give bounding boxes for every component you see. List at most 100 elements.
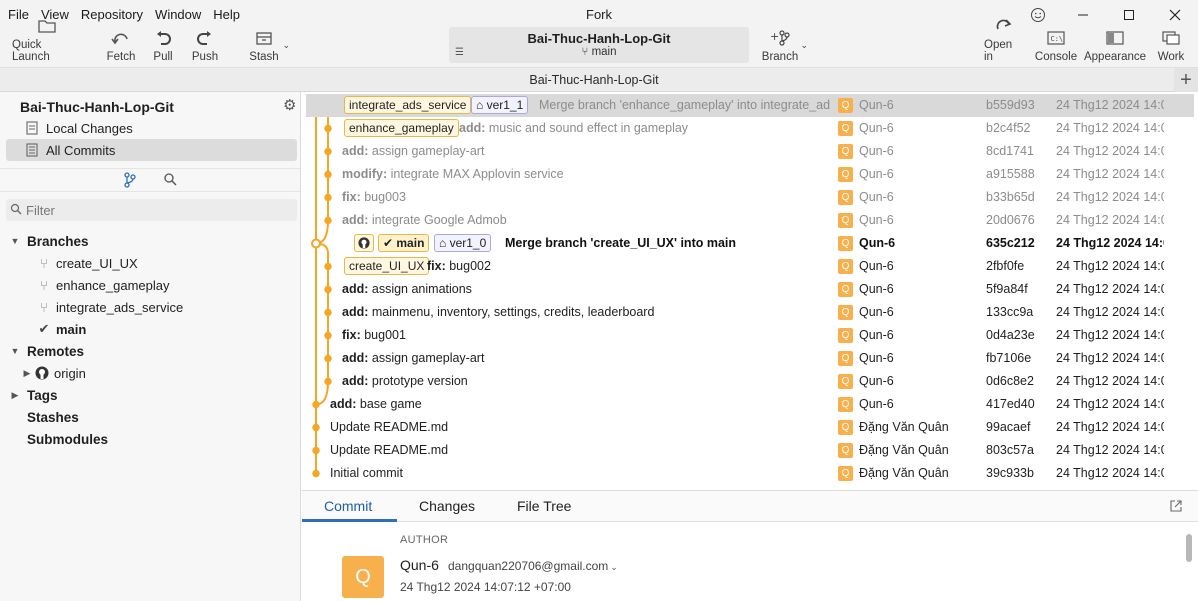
minimize-button[interactable] bbox=[1060, 0, 1106, 30]
commit-row[interactable]: enhance_gameplay add: music and sound eff… bbox=[302, 117, 1198, 140]
branch-tree-icon[interactable] bbox=[123, 172, 137, 191]
commit-row[interactable]: modify: integrate MAX Applovin service Q Q… bbox=[302, 163, 1198, 186]
sidebar-item-enhance-gameplay[interactable]: ⑂ enhance_gameplay bbox=[0, 274, 300, 296]
scrollbar-thumb[interactable] bbox=[1186, 534, 1192, 562]
pull-button[interactable]: Pull bbox=[148, 30, 178, 66]
commit-row[interactable]: add: integrate Google Admob Q Qun-6 20d0676… bbox=[302, 209, 1198, 232]
sidebar-section-branches[interactable]: ▼ Branches bbox=[0, 230, 300, 252]
maximize-button[interactable] bbox=[1106, 0, 1152, 30]
avatar: Q bbox=[838, 213, 853, 228]
commit-author: Qun-6 bbox=[859, 259, 894, 273]
commit-type: add: bbox=[342, 305, 369, 319]
commit-type: add: bbox=[342, 144, 369, 158]
commit-date: 24 Thg12 2024 14:06 bbox=[1056, 351, 1164, 365]
commit-row[interactable]: integrate_ads_service ⌂ ver1_1 Merge branc… bbox=[306, 94, 1194, 117]
feedback-smiley-icon[interactable] bbox=[1028, 5, 1048, 25]
branch-badge[interactable]: integrate_ads_service bbox=[344, 96, 472, 114]
sidebar-section-tags[interactable]: ▶ Tags bbox=[0, 384, 300, 406]
tag-badge[interactable]: ⌂ ver1_0 bbox=[434, 234, 492, 252]
sidebar-item-local-changes[interactable]: Local Changes bbox=[0, 117, 300, 139]
chevron-down-icon[interactable]: ▼ bbox=[8, 236, 22, 246]
commit-detail: AUTHOR Q Qun-6 dangquan220706@gmail.com ⌄… bbox=[302, 522, 1198, 601]
chevron-down-icon[interactable]: ⌄ bbox=[800, 40, 808, 51]
chevron-down-icon[interactable]: ▼ bbox=[8, 346, 22, 356]
filter-input[interactable]: Filter bbox=[6, 199, 297, 221]
work-icon bbox=[1161, 30, 1181, 51]
sidebar-item-create-ui-ux[interactable]: ⑂ create_UI_UX bbox=[0, 252, 300, 274]
stash-button[interactable]: Stash ⌄ bbox=[248, 30, 290, 66]
quick-launch-button[interactable]: Quick Launch bbox=[12, 20, 82, 66]
console-button[interactable]: C:\ Console bbox=[1035, 30, 1077, 66]
commit-row[interactable]: add: assign gameplay-art Q Qun-6 8cd1741 24 … bbox=[302, 140, 1198, 163]
commit-date: 24 Thg12 2024 14:06 bbox=[1056, 259, 1164, 273]
commit-row[interactable]: Update README.md Q Đặng Văn Quân 99acaef 24 … bbox=[302, 416, 1198, 439]
sidebar-item-all-commits[interactable]: All Commits bbox=[0, 139, 300, 161]
avatar: Q bbox=[838, 167, 853, 182]
sidebar-section-remotes[interactable]: ▼ Remotes bbox=[0, 340, 300, 362]
menu-help[interactable]: Help bbox=[207, 0, 246, 30]
tab-file-tree[interactable]: File Tree bbox=[517, 491, 571, 522]
commit-row[interactable]: create_UI_UX fix: bug002 Q Qun-6 2fbf0fe 24 T… bbox=[302, 255, 1198, 278]
gear-icon[interactable]: ⚙ bbox=[283, 96, 296, 114]
commit-row[interactable]: fix: bug001 Q Qun-6 0d4a23e 24 Thg12 2024 14… bbox=[302, 324, 1198, 347]
sidebar-item-main[interactable]: ✔ main bbox=[0, 318, 300, 340]
push-label: Push bbox=[191, 51, 219, 63]
branch-button[interactable]: + Branch ⌄ bbox=[762, 30, 808, 66]
branch-badge[interactable]: ✔ main bbox=[378, 234, 430, 252]
commit-message: add: prototype version bbox=[342, 370, 830, 393]
repository-selector[interactable]: Bai-Thuc-Hanh-Lop-Git ⑂ main ☰ bbox=[449, 27, 749, 63]
avatar: Q bbox=[838, 351, 853, 366]
commit-date: 24 Thg12 2024 14:07 bbox=[1056, 167, 1164, 181]
author-email[interactable]: dangquan220706@gmail.com ⌄ bbox=[448, 559, 618, 573]
sidebar-item-integrate-ads-service[interactable]: ⑂ integrate_ads_service bbox=[0, 296, 300, 318]
commit-row[interactable]: ✔ main ⌂ ver1_0 Merge branch 'create_UI_UX… bbox=[302, 232, 1198, 255]
chevron-down-icon[interactable]: ⌄ bbox=[610, 562, 618, 572]
commit-row[interactable]: fix: bug003 Q Qun-6 b33b65d 24 Thg12 2024 14… bbox=[302, 186, 1198, 209]
branch-icon: ⑂ bbox=[40, 277, 48, 293]
commit-sha: 803c57a bbox=[986, 443, 1034, 457]
push-button[interactable]: Push bbox=[190, 30, 220, 66]
scrollbar[interactable] bbox=[1185, 530, 1193, 601]
menu-file[interactable]: File bbox=[2, 0, 35, 30]
commit-author: Qun-6 bbox=[859, 236, 896, 250]
external-link-icon[interactable] bbox=[1169, 499, 1183, 516]
open-in-button[interactable]: Open in bbox=[984, 19, 1024, 66]
close-button[interactable] bbox=[1152, 0, 1198, 30]
work-button[interactable]: Work bbox=[1156, 30, 1186, 66]
fetch-button[interactable]: Fetch bbox=[104, 30, 138, 66]
commit-row[interactable]: add: base game Q Qun-6 417ed40 24 Thg12 2024… bbox=[302, 393, 1198, 416]
menu-window[interactable]: Window bbox=[149, 0, 207, 30]
commit-message-text: assign gameplay-art bbox=[368, 144, 485, 158]
branch-badge[interactable]: create_UI_UX bbox=[344, 257, 430, 275]
current-branch-label: main bbox=[591, 46, 617, 58]
search-icon[interactable] bbox=[163, 172, 177, 191]
commit-row[interactable]: Initial commit Q Đặng Văn Quân 39c933b 24 Th… bbox=[302, 462, 1198, 485]
commit-message-text: Merge branch 'enhance_gameplay' into int… bbox=[539, 98, 830, 112]
add-tab-button[interactable]: + bbox=[1174, 68, 1198, 92]
work-label: Work bbox=[1157, 51, 1185, 63]
commit-message: fix: bug003 bbox=[342, 186, 830, 209]
tab-commit[interactable]: Commit bbox=[324, 491, 372, 522]
commit-row[interactable]: add: assign animations Q Qun-6 5f9a84f 24 Th… bbox=[302, 278, 1198, 301]
commit-row[interactable]: Update README.md Q Đặng Văn Quân 803c57a 24 … bbox=[302, 439, 1198, 462]
tab-changes[interactable]: Changes bbox=[419, 491, 475, 522]
commit-row[interactable]: add: mainmenu, inventory, settings, cred… bbox=[302, 301, 1198, 324]
commit-message-text: bug001 bbox=[360, 328, 406, 342]
chevron-down-icon[interactable]: ⌄ bbox=[282, 40, 290, 51]
commit-row[interactable]: add: assign gameplay-art Q Qun-6 fb7106e 24 … bbox=[302, 347, 1198, 370]
tag-badge[interactable]: ⌂ ver1_1 bbox=[471, 96, 529, 114]
sidebar-section-stashes[interactable]: Stashes bbox=[0, 406, 300, 428]
github-icon[interactable] bbox=[354, 234, 374, 252]
branch-badge[interactable]: enhance_gameplay bbox=[344, 119, 459, 137]
commit-message-text: prototype version bbox=[368, 374, 468, 388]
repository-tab-strip: Bai-Thuc-Hanh-Lop-Git + bbox=[0, 68, 1198, 92]
commit-message: Merge branch 'enhance_gameplay' into int… bbox=[539, 94, 830, 117]
sidebar-item-origin[interactable]: ▶ origin bbox=[0, 362, 300, 384]
chevron-right-icon[interactable]: ▶ bbox=[8, 390, 22, 401]
chevron-right-icon[interactable]: ▶ bbox=[20, 368, 34, 379]
menu-repository[interactable]: Repository bbox=[75, 0, 149, 30]
commit-row[interactable]: add: prototype version Q Qun-6 0d6c8e2 24 Th… bbox=[302, 370, 1198, 393]
sidebar-section-submodules[interactable]: Submodules bbox=[0, 428, 300, 450]
tab-repository[interactable]: Bai-Thuc-Hanh-Lop-Git bbox=[0, 68, 1188, 92]
appearance-button[interactable]: Appearance bbox=[1084, 30, 1146, 66]
